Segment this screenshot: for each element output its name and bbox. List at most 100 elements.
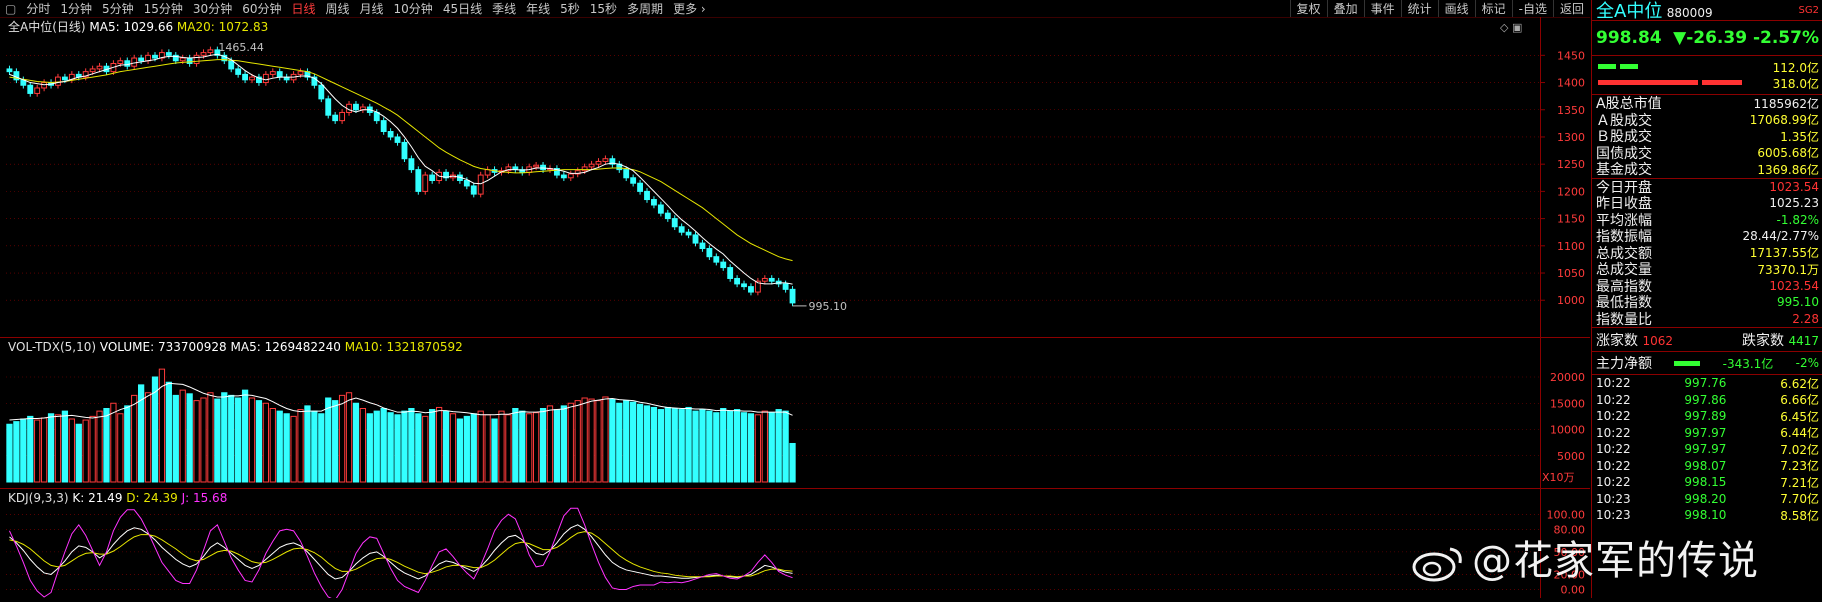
period-tab-7[interactable]: 周线: [321, 0, 355, 17]
price-tick-label: 1400: [1557, 77, 1585, 90]
tool-button-1[interactable]: 叠加: [1326, 0, 1364, 17]
period-tab-0[interactable]: 分时: [21, 0, 55, 17]
candle-body: [567, 173, 574, 179]
candle-body: [782, 283, 789, 290]
volume-bar: [200, 397, 207, 483]
period-tab-5[interactable]: 60分钟: [237, 0, 286, 17]
candle-body: [55, 76, 61, 86]
tick-row: 10:22 998.15 7.21亿: [1592, 474, 1822, 491]
quote-label: 指数量比: [1596, 311, 1652, 328]
tool-button-2[interactable]: 事件: [1363, 0, 1401, 17]
volume-bar: [20, 418, 27, 483]
volume-bar: [359, 408, 367, 483]
volume-bar: [193, 400, 200, 483]
period-tab-11[interactable]: 季线: [487, 0, 521, 17]
volume-bar: [255, 400, 263, 483]
period-tab-12[interactable]: 年线: [521, 0, 555, 17]
period-tab-8[interactable]: 月线: [355, 0, 389, 17]
volume-bar: [401, 410, 408, 483]
volume-bar: [546, 405, 554, 483]
tick-time: 10:22: [1596, 458, 1631, 473]
volume-bar: [54, 414, 62, 483]
kdj-header-part: KDJ(9,3,3): [8, 491, 69, 505]
volume-bar: [276, 410, 283, 483]
period-tab-10[interactable]: 45日线: [438, 0, 487, 17]
candle-body: [637, 182, 644, 192]
period-tab-16[interactable]: 更多 ›: [668, 0, 711, 17]
volume-bar: [484, 414, 491, 483]
quote-value: 28.44/2.77%: [1742, 229, 1819, 244]
candle-body: [318, 84, 325, 100]
candle-body: [179, 57, 186, 62]
candle-body: [249, 76, 255, 81]
tool-button-3[interactable]: 统计: [1400, 0, 1438, 17]
volume-bar: [34, 419, 41, 483]
tool-button-4[interactable]: 画线: [1437, 0, 1475, 17]
down-count-label: 跌家数: [1742, 332, 1784, 349]
quote-sidebar: 全A中位 880009 SG2 998.84 ▼-26.39 -2.57% 11…: [1591, 0, 1822, 598]
tick-amount: 6.44亿: [1780, 426, 1819, 441]
candle-body: [297, 71, 304, 75]
period-tab-1[interactable]: 1分钟: [55, 0, 97, 17]
outflow-bar-1: [1598, 80, 1698, 85]
toolbar-menu-icon[interactable]: ▢: [0, 2, 21, 16]
tick-amount: 8.58亿: [1780, 508, 1819, 523]
stat-value: 6005.68亿: [1757, 146, 1819, 161]
quote-value: 17137.55亿: [1749, 246, 1819, 261]
mainflow-pct: -2%: [1795, 356, 1819, 370]
candle-body: [235, 68, 242, 75]
candle-body: [748, 286, 754, 293]
tool-button-6[interactable]: -自选: [1511, 0, 1553, 17]
volume-bar: [512, 408, 519, 483]
tick-row: 10:23 998.20 7.70亿: [1592, 491, 1822, 508]
candle-body: [671, 218, 678, 228]
price-header: 全A中位(日线) MA5: 1029.66 MA20: 1072.83: [8, 19, 268, 34]
volume-bar: [408, 408, 415, 483]
volume-bar: [526, 413, 533, 483]
candle-body: [463, 180, 470, 187]
kdj-header-part: D: 24.39: [126, 491, 177, 505]
candle-body: [699, 242, 706, 250]
candle-body: [533, 164, 540, 168]
candle-body: [394, 136, 401, 143]
candle-body: [602, 158, 609, 162]
volume-bar: [248, 397, 256, 483]
volume-bar: [13, 421, 20, 483]
volume-bar: [720, 408, 727, 483]
kdj-header: KDJ(9,3,3) K: 21.49 D: 24.39 J: 15.68: [8, 491, 227, 505]
volume-bar: [394, 414, 401, 483]
volume-bar: [117, 413, 124, 483]
period-tab-13[interactable]: 5秒: [555, 0, 585, 17]
volume-bar: [304, 405, 311, 483]
index-name: 全A中位: [1596, 1, 1663, 22]
tool-button-5[interactable]: 标记: [1474, 0, 1512, 17]
tick-price: 998.20: [1684, 491, 1727, 506]
tick-row: 10:23 998.10 8.58亿: [1592, 507, 1822, 524]
volume-bar: [747, 413, 755, 483]
tool-button-7[interactable]: 返回: [1552, 0, 1590, 17]
tick-row: 10:22 997.89 6.45亿: [1592, 408, 1822, 425]
period-tab-15[interactable]: 多周期: [622, 0, 668, 17]
period-tab-4[interactable]: 30分钟: [188, 0, 237, 17]
period-tab-9[interactable]: 10分钟: [389, 0, 438, 17]
chart-area[interactable]: 1000 1050 1100 1150 1200 1250 1300 1350 1400 1450…: [0, 17, 1590, 602]
volume-bar: [290, 415, 297, 483]
kline-svg[interactable]: 1000 1050 1100 1150 1200 1250 1300 1350 1400 1450…: [0, 17, 1590, 601]
period-tab-2[interactable]: 5分钟: [97, 0, 139, 17]
volume-bar: [657, 409, 665, 483]
tick-price: 997.97: [1684, 425, 1727, 440]
vol-unit-label: X10万: [1542, 471, 1575, 484]
candle-body: [678, 226, 685, 233]
tick-time: 10:22: [1596, 409, 1631, 424]
tool-button-0[interactable]: 复权: [1289, 0, 1327, 17]
tick-amount: 7.21亿: [1780, 475, 1819, 490]
index-code: 880009: [1666, 6, 1713, 20]
volume-bar: [262, 402, 270, 483]
stat-value: 1185962亿: [1753, 96, 1819, 111]
price-header-part: MA20: 1072.83: [177, 20, 268, 34]
period-tab-6[interactable]: 日线: [286, 0, 320, 17]
period-tab-14[interactable]: 15秒: [585, 0, 622, 17]
volume-bar: [470, 413, 477, 483]
period-tabs: 分时 1分钟 5分钟 15分钟 30分钟 60分钟 日线 周线 月线 10分钟 45日线 季线 年线 5秒…: [21, 0, 710, 17]
period-tab-3[interactable]: 15分钟: [139, 0, 188, 17]
